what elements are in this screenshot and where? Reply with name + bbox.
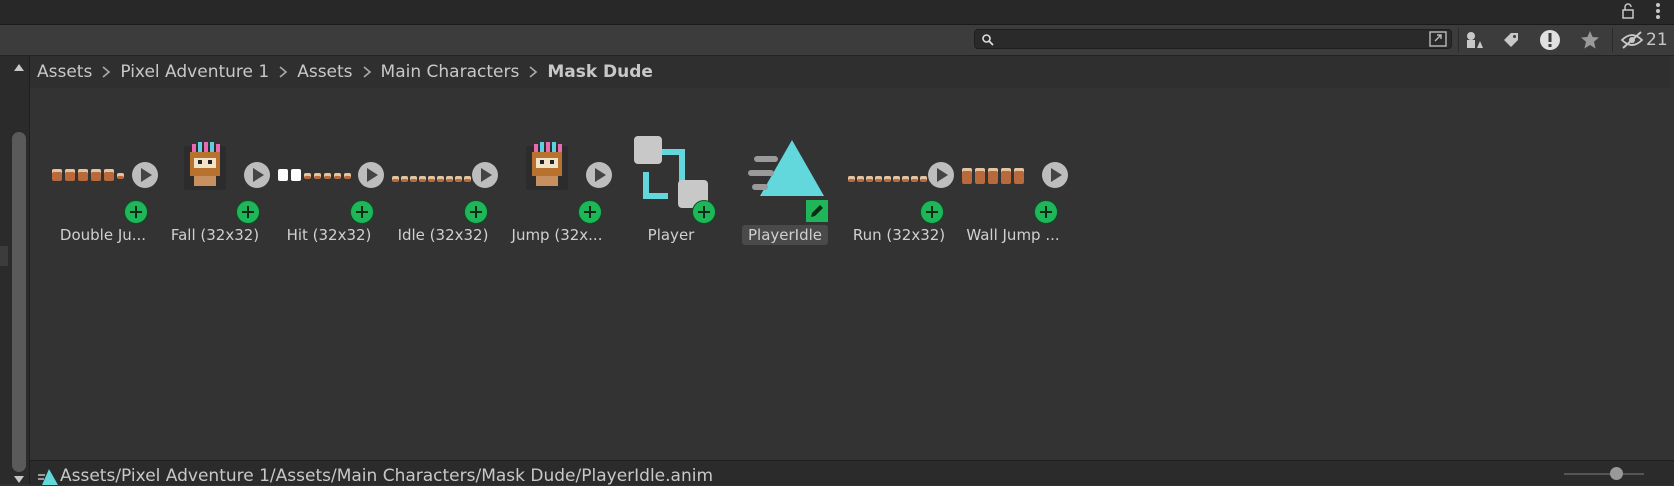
folder-tree-edge xyxy=(0,246,8,266)
mask-dude-sprite xyxy=(184,142,226,190)
sprite-strip xyxy=(278,169,351,183)
scrollbar-thumb[interactable] xyxy=(12,132,26,472)
selected-label-text: PlayerIdle xyxy=(741,225,829,245)
favorites-button[interactable] xyxy=(1576,28,1604,52)
star-icon xyxy=(1581,31,1599,49)
play-icon[interactable] xyxy=(1042,162,1068,188)
hidden-packages-toggle[interactable]: 21 xyxy=(1620,28,1668,52)
scroll-down-icon[interactable] xyxy=(14,476,24,483)
selected-asset-path: Assets/Pixel Adventure 1/Assets/Main Cha… xyxy=(60,466,714,486)
project-toolbar: 21 xyxy=(0,25,1674,56)
add-icon[interactable] xyxy=(578,200,602,224)
animator-controller-thumbnail xyxy=(616,116,726,224)
log-types-button[interactable] xyxy=(1536,28,1564,52)
asset-item[interactable]: Wall Jump ... xyxy=(958,116,1068,244)
asset-label: Fall (32x32) xyxy=(170,226,260,244)
spritesheet-thumbnail xyxy=(958,116,1068,224)
add-icon[interactable] xyxy=(920,200,944,224)
slider-knob[interactable] xyxy=(1610,467,1623,480)
asset-item[interactable]: Hit (32x32) xyxy=(274,116,384,244)
spritesheet-thumbnail xyxy=(388,116,498,224)
add-icon[interactable] xyxy=(692,200,716,224)
edit-icon[interactable] xyxy=(806,200,828,222)
asset-label: Hit (32x32) xyxy=(286,226,372,244)
chevron-right-icon xyxy=(529,66,538,78)
breadcrumb-item[interactable]: Pixel Adventure 1 xyxy=(120,62,269,82)
folder-tree-scrollbar[interactable] xyxy=(0,56,30,484)
play-icon[interactable] xyxy=(586,162,612,188)
add-icon[interactable] xyxy=(124,200,148,224)
play-icon[interactable] xyxy=(928,162,954,188)
breadcrumb-item[interactable]: Assets xyxy=(297,62,352,82)
asset-label: Wall Jump ... xyxy=(966,226,1060,244)
add-icon[interactable] xyxy=(350,200,374,224)
breadcrumb-item[interactable]: Assets xyxy=(37,62,92,82)
status-bar: Assets/Pixel Adventure 1/Assets/Main Cha… xyxy=(30,460,1674,486)
window-top-strip xyxy=(0,0,1674,25)
search-by-type-button[interactable] xyxy=(1460,28,1488,52)
asset-item[interactable]: Jump (32x... xyxy=(502,116,612,244)
scroll-up-icon[interactable] xyxy=(14,64,24,71)
kebab-menu-icon[interactable] xyxy=(1654,2,1662,20)
add-icon[interactable] xyxy=(464,200,488,224)
sprite-thumbnail xyxy=(502,116,612,224)
search-field[interactable] xyxy=(974,29,1452,49)
sprite-strip xyxy=(392,172,480,186)
animation-clip-icon xyxy=(748,140,824,196)
search-icon xyxy=(982,34,994,46)
asset-item[interactable]: Player xyxy=(616,116,726,244)
play-icon[interactable] xyxy=(358,162,384,188)
exclamation-icon xyxy=(1540,30,1560,50)
asset-grid: Double Ju... Fall (32x32) Hit (32x32) Id… xyxy=(30,88,1674,460)
asset-item[interactable]: Idle (32x32) xyxy=(388,116,498,244)
play-icon[interactable] xyxy=(472,162,498,188)
asset-label: Idle (32x32) xyxy=(397,226,489,244)
thumbnail-size-slider[interactable] xyxy=(1564,467,1644,480)
chevron-right-icon xyxy=(363,66,371,78)
asset-item[interactable]: Double Ju... xyxy=(48,116,158,244)
asset-label: Run (32x32) xyxy=(852,226,946,244)
asset-item-selected[interactable]: PlayerIdle xyxy=(730,116,840,245)
search-input[interactable] xyxy=(999,31,1403,49)
asset-label: PlayerIdle xyxy=(730,225,840,245)
search-by-label-button[interactable] xyxy=(1497,28,1525,52)
sprite-thumbnail xyxy=(160,116,270,224)
lock-icon[interactable] xyxy=(1622,3,1634,19)
play-icon[interactable] xyxy=(244,162,270,188)
animation-clip-thumbnail xyxy=(730,116,840,222)
chevron-right-icon xyxy=(102,66,111,78)
toolbar-divider xyxy=(1612,28,1613,52)
add-icon[interactable] xyxy=(1034,200,1058,224)
mask-dude-sprite xyxy=(526,142,568,190)
asset-label: Jump (32x... xyxy=(511,226,603,244)
asset-label: Player xyxy=(647,226,695,244)
spritesheet-thumbnail xyxy=(274,116,384,224)
breadcrumb-current[interactable]: Mask Dude xyxy=(547,62,653,82)
eye-slash-icon xyxy=(1620,31,1644,49)
toolbar-divider xyxy=(1458,28,1459,52)
hidden-count: 21 xyxy=(1646,30,1668,50)
shapes-icon xyxy=(1467,32,1483,48)
breadcrumb-item[interactable]: Main Characters xyxy=(381,62,520,82)
sprite-strip xyxy=(52,169,124,183)
spritesheet-thumbnail xyxy=(844,116,954,224)
search-scope-icon[interactable] xyxy=(1429,31,1447,47)
play-icon[interactable] xyxy=(132,162,158,188)
asset-label: Double Ju... xyxy=(59,226,147,244)
animation-clip-icon xyxy=(38,469,58,485)
asset-item[interactable]: Run (32x32) xyxy=(844,116,954,244)
spritesheet-thumbnail xyxy=(48,116,158,224)
sprite-strip xyxy=(962,168,1024,184)
tag-icon xyxy=(1504,33,1518,47)
breadcrumb: Assets Pixel Adventure 1 Assets Main Cha… xyxy=(30,56,1670,88)
add-icon[interactable] xyxy=(236,200,260,224)
asset-item[interactable]: Fall (32x32) xyxy=(160,116,270,244)
animator-controller-icon xyxy=(634,136,708,208)
chevron-right-icon xyxy=(279,66,288,78)
